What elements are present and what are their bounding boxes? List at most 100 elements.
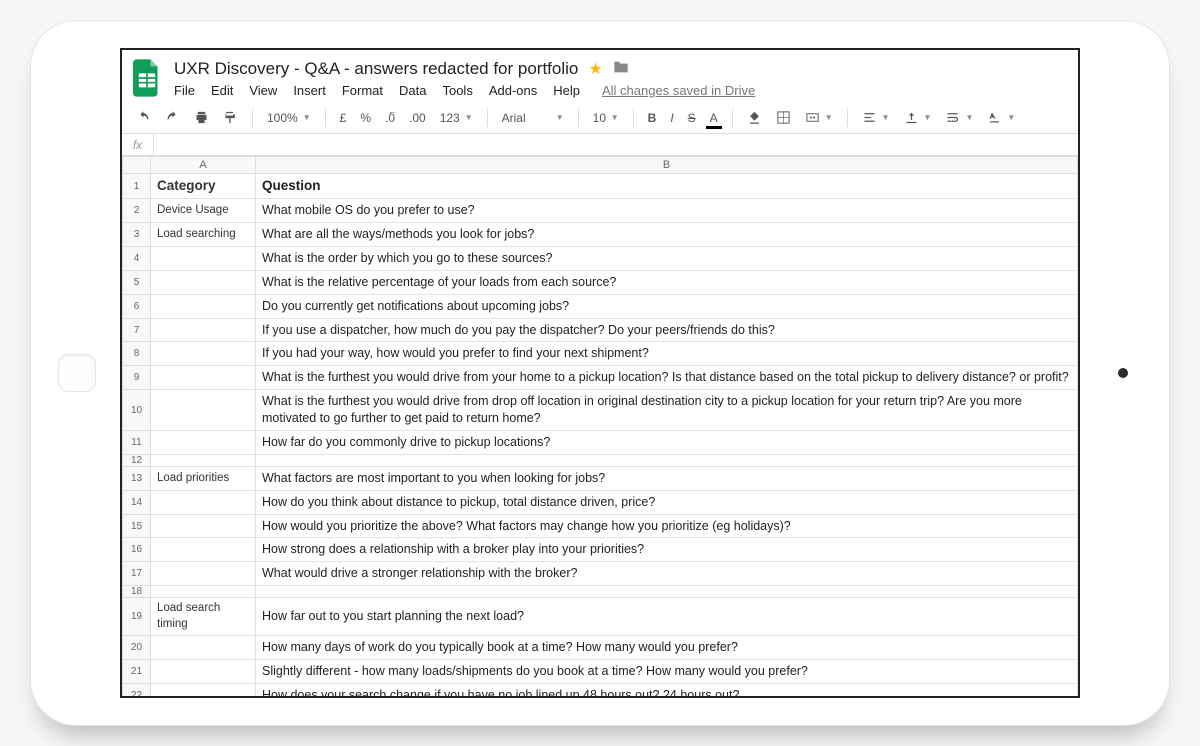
cell[interactable]: How would you prioritize the above? What… [256,514,1078,538]
menu-file[interactable]: File [174,83,195,98]
row-header[interactable]: 22 [123,684,151,697]
cell[interactable]: What is the relative percentage of your … [256,270,1078,294]
row-header[interactable]: 9 [123,366,151,390]
row-header[interactable]: 10 [123,390,151,431]
formula-input[interactable] [154,134,1078,155]
row-header[interactable]: 3 [123,223,151,247]
cell[interactable]: What are all the ways/methods you look f… [256,223,1078,247]
cell[interactable]: How far do you commonly drive to pickup … [256,430,1078,454]
cell[interactable]: Category [151,174,256,199]
more-formats-dropdown[interactable]: 123▼ [436,109,477,127]
menu-view[interactable]: View [249,83,277,98]
row-header[interactable]: 6 [123,294,151,318]
row-header[interactable]: 2 [123,199,151,223]
cell[interactable] [151,586,256,598]
font-size-dropdown[interactable]: 10▼ [589,109,623,127]
v-align-dropdown[interactable]: ▼ [900,108,936,127]
row-header[interactable]: 19 [123,598,151,636]
cell[interactable] [151,538,256,562]
row-header[interactable]: 14 [123,490,151,514]
menu-addons[interactable]: Add-ons [489,83,537,98]
cell[interactable]: What would drive a stronger relationship… [256,562,1078,586]
cell[interactable] [151,454,256,466]
menu-format[interactable]: Format [342,83,383,98]
select-all-cell[interactable] [123,157,151,174]
menu-edit[interactable]: Edit [211,83,233,98]
row-header[interactable]: 1 [123,174,151,199]
redo-button[interactable] [161,108,184,127]
cell[interactable] [256,586,1078,598]
cell[interactable]: What mobile OS do you prefer to use? [256,199,1078,223]
save-status[interactable]: All changes saved in Drive [602,83,755,98]
cell[interactable]: Load priorities [151,466,256,490]
cell[interactable] [151,636,256,660]
cell[interactable]: How many days of work do you typically b… [256,636,1078,660]
cell[interactable] [256,454,1078,466]
row-header[interactable]: 21 [123,660,151,684]
menu-data[interactable]: Data [399,83,426,98]
menu-insert[interactable]: Insert [293,83,326,98]
cell[interactable]: What is the furthest you would drive fro… [256,366,1078,390]
merge-cells-dropdown[interactable]: ▼ [801,108,837,127]
cell[interactable] [151,366,256,390]
cell[interactable]: If you had your way, how would you prefe… [256,342,1078,366]
cell[interactable]: What is the order by which you go to the… [256,246,1078,270]
row-header[interactable]: 7 [123,318,151,342]
cell[interactable] [151,390,256,431]
italic-button[interactable]: I [666,109,677,127]
cell[interactable]: Device Usage [151,199,256,223]
row-header[interactable]: 4 [123,246,151,270]
document-title[interactable]: UXR Discovery - Q&A - answers redacted f… [174,59,578,79]
row-header[interactable]: 16 [123,538,151,562]
percent-button[interactable]: % [356,109,375,127]
cell[interactable] [151,562,256,586]
cell[interactable] [151,660,256,684]
increase-decimal-button[interactable]: .00 [405,109,430,127]
cell[interactable] [151,684,256,697]
home-button[interactable] [58,354,96,392]
cell[interactable] [151,318,256,342]
cell[interactable]: How does your search change if you have … [256,684,1078,697]
cell[interactable]: Slightly different - how many loads/ship… [256,660,1078,684]
row-header[interactable]: 11 [123,430,151,454]
row-header[interactable]: 8 [123,342,151,366]
bold-button[interactable]: B [644,109,661,127]
cell[interactable] [151,490,256,514]
cell[interactable] [151,514,256,538]
cell[interactable]: How far out to you start planning the ne… [256,598,1078,636]
sheet-grid[interactable]: A B 1CategoryQuestion 2Device UsageWhat m… [122,156,1078,696]
menu-help[interactable]: Help [553,83,580,98]
row-header[interactable]: 18 [123,586,151,598]
cell[interactable] [151,270,256,294]
cell[interactable]: Load search timing [151,598,256,636]
col-header-B[interactable]: B [256,157,1078,174]
star-icon[interactable]: ★ [588,59,602,79]
row-header[interactable]: 12 [123,454,151,466]
col-header-A[interactable]: A [151,157,256,174]
row-header[interactable]: 13 [123,466,151,490]
menu-tools[interactable]: Tools [442,83,472,98]
sheets-logo-icon[interactable] [132,58,162,98]
cell[interactable]: Question [256,174,1078,199]
row-header[interactable]: 20 [123,636,151,660]
h-align-dropdown[interactable]: ▼ [858,108,894,127]
zoom-dropdown[interactable]: 100%▼ [263,109,315,127]
strikethrough-button[interactable]: S [684,109,700,127]
cell[interactable] [151,430,256,454]
row-header[interactable]: 17 [123,562,151,586]
cell[interactable]: What factors are most important to you w… [256,466,1078,490]
cell[interactable]: How strong does a relationship with a br… [256,538,1078,562]
currency-button[interactable]: £ [336,109,351,127]
fill-color-button[interactable] [743,108,766,127]
row-header[interactable]: 5 [123,270,151,294]
cell[interactable]: What is the furthest you would drive fro… [256,390,1078,431]
text-color-button[interactable]: A [706,109,722,127]
cell[interactable] [151,294,256,318]
cell[interactable] [151,342,256,366]
borders-button[interactable] [772,108,795,127]
row-header[interactable]: 15 [123,514,151,538]
undo-button[interactable] [132,108,155,127]
cell[interactable]: Load searching [151,223,256,247]
folder-icon[interactable] [613,60,629,78]
cell[interactable]: Do you currently get notifications about… [256,294,1078,318]
